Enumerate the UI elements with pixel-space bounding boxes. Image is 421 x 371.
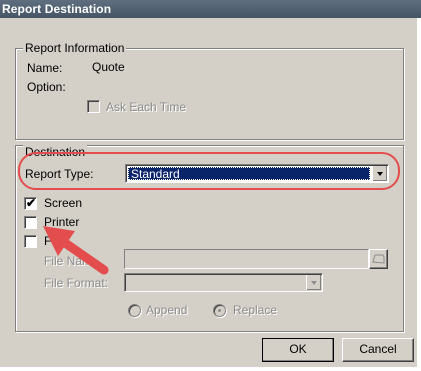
red-arrow-icon	[43, 226, 109, 275]
report-destination-dialog: Report Destination Report Information Na…	[0, 0, 421, 371]
